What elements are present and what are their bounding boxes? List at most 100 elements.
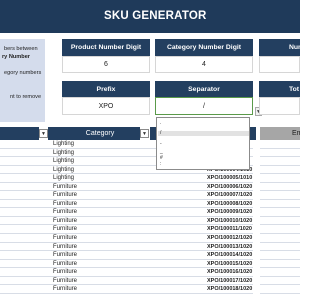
row-cell[interactable] xyxy=(260,200,300,209)
row-cell[interactable] xyxy=(0,268,48,277)
sku-code: XPO/100008/1020 xyxy=(207,200,253,207)
separator-option[interactable]: / xyxy=(158,130,249,137)
row-cell[interactable] xyxy=(0,285,48,294)
row-cell[interactable] xyxy=(0,140,48,149)
row-cell[interactable] xyxy=(260,243,300,252)
row-cell[interactable] xyxy=(260,277,300,286)
product-digit-input[interactable]: 6 xyxy=(62,56,150,73)
sku-cell[interactable]: XPO/100010/1020 xyxy=(153,217,253,226)
table-row: LightingXPO/100004/1010 xyxy=(0,166,300,175)
sku-cell[interactable]: XPO/100009/1020 xyxy=(153,208,253,217)
row-cell[interactable] xyxy=(260,183,300,192)
category-cell[interactable]: Furniture xyxy=(48,243,153,252)
row-cell[interactable] xyxy=(0,174,48,183)
sku-cell[interactable]: XPO/100016/1020 xyxy=(153,268,253,277)
table-row: Furniture XPO/100018/1020 xyxy=(0,285,300,294)
table-row: Lighting xyxy=(0,157,300,166)
prefix-input[interactable]: XPO xyxy=(62,97,150,115)
separator-option[interactable]: _ xyxy=(158,149,249,155)
sku-code: XPO/100007/1020 xyxy=(207,192,253,199)
separator-dropdown-list[interactable]: . / - _ #: xyxy=(156,117,250,170)
table-row: Furniture XPO/100011/1020 xyxy=(0,225,300,235)
sku-code: XPO/100010/1020 xyxy=(207,217,253,224)
row-cell[interactable] xyxy=(260,217,300,226)
row-cell[interactable] xyxy=(260,157,300,166)
row-cell[interactable] xyxy=(0,191,48,200)
row-cell[interactable] xyxy=(260,251,300,260)
category-digit-input[interactable]: 4 xyxy=(155,56,253,73)
prefix-label: Prefix xyxy=(62,81,150,97)
filter-icon[interactable]: ▼ xyxy=(39,129,48,138)
category-cell[interactable]: Furniture xyxy=(48,208,153,217)
category-cell[interactable]: Furniture xyxy=(48,260,153,269)
category-cell[interactable]: Lighting xyxy=(48,174,153,183)
number-input[interactable] xyxy=(259,56,300,73)
row-cell[interactable] xyxy=(0,260,48,269)
row-cell[interactable] xyxy=(260,166,300,175)
row-cell[interactable] xyxy=(260,140,300,149)
row-cell[interactable] xyxy=(0,217,48,226)
row-cell[interactable] xyxy=(260,225,300,235)
table-row: Furniture XPO/100010/1020 xyxy=(0,217,300,226)
row-cell[interactable] xyxy=(260,260,300,269)
category-cell[interactable]: Lighting xyxy=(48,166,153,175)
sku-cell[interactable]: XPO/100017/1020 xyxy=(153,277,253,286)
row-cell[interactable] xyxy=(0,277,48,286)
sku-cell[interactable]: XPO/100015/1020 xyxy=(153,260,253,269)
category-cell[interactable]: Furniture xyxy=(48,251,153,260)
row-cell[interactable] xyxy=(260,191,300,200)
sku-cell[interactable]: XPO/100018/1020 xyxy=(153,285,253,294)
category-cell[interactable]: Furniture xyxy=(48,191,153,200)
category-cell[interactable]: Furniture xyxy=(48,268,153,277)
category-cell[interactable]: Furniture xyxy=(48,234,153,243)
sku-code: XPO/100005/1010 xyxy=(207,175,253,182)
category-cell[interactable]: Furniture xyxy=(48,183,153,192)
row-cell[interactable] xyxy=(0,149,48,158)
row-cell[interactable] xyxy=(0,225,48,235)
category-cell[interactable]: Furniture xyxy=(48,200,153,209)
category-cell[interactable]: Furniture xyxy=(48,277,153,286)
category-cell[interactable]: Furniture xyxy=(48,217,153,226)
category-cell[interactable]: Lighting xyxy=(48,149,153,158)
sku-cell[interactable]: XPO/100005/1010 xyxy=(153,174,253,183)
row-cell[interactable] xyxy=(0,200,48,209)
separator-option[interactable]: - xyxy=(158,141,249,147)
sku-cell[interactable]: XPO/100008/1020 xyxy=(153,200,253,209)
separator-option[interactable]: # xyxy=(158,155,249,161)
sku-code: XPO/100006/1020 xyxy=(207,183,253,190)
sku-cell[interactable]: XPO/100012/1020 xyxy=(153,234,253,243)
row-cell[interactable] xyxy=(0,251,48,260)
row-cell[interactable] xyxy=(260,174,300,183)
category-column-header: Category xyxy=(48,127,140,140)
row-cell[interactable] xyxy=(260,285,300,294)
row-cell[interactable] xyxy=(260,149,300,158)
separator-option[interactable]: : xyxy=(158,161,249,167)
sku-cell[interactable]: XPO/100007/1020 xyxy=(153,191,253,200)
row-cell[interactable] xyxy=(260,208,300,217)
sku-cell[interactable]: XPO/100006/1020 xyxy=(153,183,253,192)
separator-option[interactable]: . xyxy=(158,120,249,126)
separator-label: Separator xyxy=(155,81,253,97)
row-cell[interactable] xyxy=(0,166,48,175)
category-cell[interactable]: Lighting xyxy=(48,157,153,166)
category-cell[interactable]: Lighting xyxy=(48,140,153,149)
separator-select[interactable]: / xyxy=(155,97,253,115)
sku-cell[interactable]: XPO/100011/1020 xyxy=(153,225,253,235)
row-cell[interactable] xyxy=(260,268,300,277)
row-cell[interactable] xyxy=(0,183,48,192)
row-cell[interactable] xyxy=(260,234,300,243)
sku-code: XPO/100015/1020 xyxy=(207,260,253,267)
sku-cell[interactable]: XPO/100014/1020 xyxy=(153,251,253,260)
row-cell[interactable] xyxy=(0,243,48,252)
sku-code: XPO/100013/1020 xyxy=(207,243,253,250)
total-value xyxy=(259,97,300,115)
row-cell[interactable] xyxy=(0,234,48,243)
filter-icon[interactable]: ▼ xyxy=(140,129,149,138)
sku-cell[interactable]: XPO/100013/1020 xyxy=(153,243,253,252)
number-label: Numb xyxy=(259,39,300,56)
row-cell[interactable] xyxy=(0,157,48,166)
category-cell[interactable]: Furniture xyxy=(48,225,153,235)
category-cell[interactable]: Furniture xyxy=(48,285,153,294)
row-cell[interactable] xyxy=(0,208,48,217)
sku-code: XPO/100012/1020 xyxy=(207,235,253,242)
